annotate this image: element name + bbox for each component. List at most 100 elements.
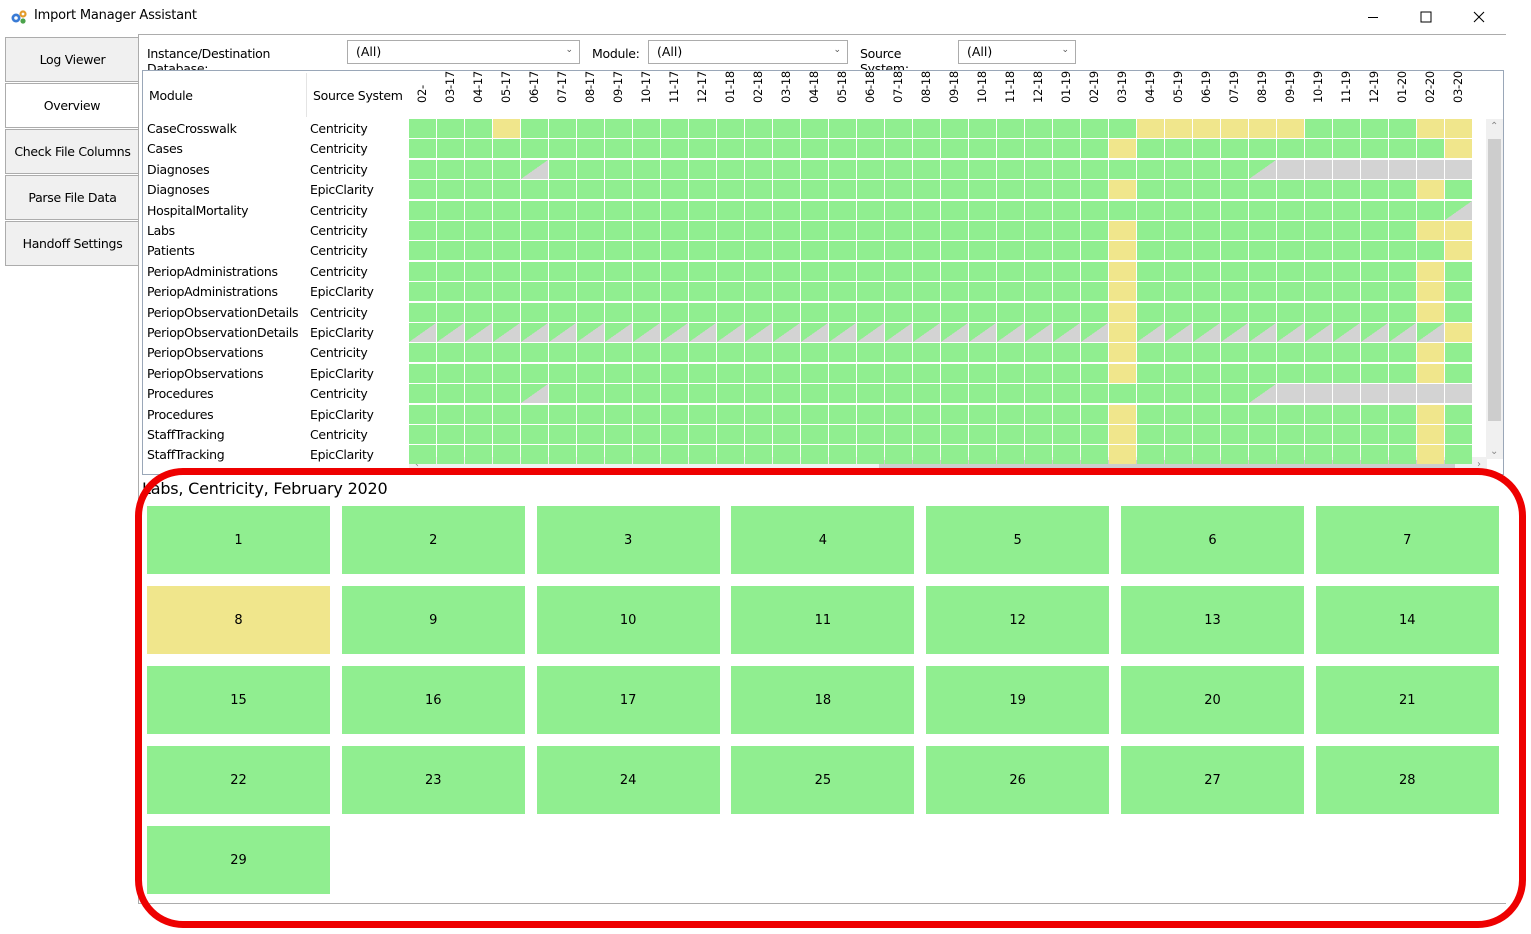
calendar-day-tile[interactable]: 26 bbox=[926, 746, 1110, 814]
status-cell[interactable] bbox=[1221, 302, 1248, 322]
status-cell[interactable] bbox=[997, 241, 1024, 261]
status-cell[interactable] bbox=[1389, 221, 1416, 240]
status-cell[interactable] bbox=[857, 119, 884, 138]
status-cell[interactable] bbox=[829, 302, 856, 322]
status-cell[interactable] bbox=[1249, 139, 1276, 159]
status-cell[interactable] bbox=[1025, 221, 1052, 240]
status-cell[interactable] bbox=[689, 384, 716, 404]
status-cell[interactable] bbox=[549, 119, 576, 138]
calendar-day-tile[interactable]: 2 bbox=[341, 506, 525, 574]
status-cell[interactable] bbox=[577, 261, 604, 281]
status-cell[interactable] bbox=[857, 384, 884, 404]
calendar-day-tile[interactable]: 13 bbox=[1121, 586, 1304, 654]
status-cell[interactable] bbox=[801, 363, 828, 383]
calendar-day-tile[interactable]: 21 bbox=[1315, 666, 1499, 734]
status-cell[interactable] bbox=[1417, 180, 1444, 200]
status-cell[interactable] bbox=[633, 119, 660, 138]
status-cell[interactable] bbox=[1445, 384, 1472, 404]
calendar-day-tile[interactable]: 20 bbox=[1121, 666, 1304, 734]
status-cell[interactable] bbox=[1249, 119, 1276, 138]
status-cell[interactable] bbox=[1417, 425, 1444, 444]
status-cell[interactable] bbox=[801, 180, 828, 200]
month-column-header[interactable]: 07-19 bbox=[1227, 71, 1243, 117]
status-cell[interactable] bbox=[913, 261, 940, 281]
status-cell[interactable] bbox=[1277, 302, 1304, 322]
status-cell[interactable] bbox=[605, 363, 632, 383]
status-cell[interactable] bbox=[661, 404, 688, 424]
status-cell[interactable] bbox=[1333, 343, 1360, 363]
status-cell[interactable] bbox=[1165, 363, 1192, 383]
calendar-day-tile[interactable]: 9 bbox=[341, 586, 525, 654]
status-cell[interactable] bbox=[1221, 425, 1248, 444]
status-cell[interactable] bbox=[1109, 363, 1136, 383]
status-cell[interactable] bbox=[913, 180, 940, 200]
status-cell[interactable] bbox=[689, 445, 716, 465]
status-cell[interactable] bbox=[1389, 404, 1416, 424]
status-cell[interactable] bbox=[1333, 445, 1360, 465]
status-cell[interactable] bbox=[465, 363, 492, 383]
status-cell[interactable] bbox=[1221, 343, 1248, 363]
status-cell[interactable] bbox=[745, 200, 772, 220]
status-cell[interactable] bbox=[717, 221, 744, 240]
status-cell[interactable] bbox=[1053, 241, 1080, 261]
status-cell[interactable] bbox=[913, 384, 940, 404]
status-cell[interactable] bbox=[437, 384, 464, 404]
status-cell[interactable] bbox=[773, 180, 800, 200]
status-cell[interactable] bbox=[409, 323, 436, 342]
status-cell[interactable] bbox=[465, 343, 492, 363]
month-column-header[interactable]: 01-18 bbox=[723, 71, 739, 117]
status-cell[interactable] bbox=[745, 221, 772, 240]
status-cell[interactable] bbox=[1249, 282, 1276, 302]
status-cell[interactable] bbox=[857, 221, 884, 240]
status-cell[interactable] bbox=[1025, 119, 1052, 138]
status-cell[interactable] bbox=[885, 425, 912, 444]
status-cell[interactable] bbox=[1333, 221, 1360, 240]
status-cell[interactable] bbox=[1165, 221, 1192, 240]
status-cell[interactable] bbox=[1081, 445, 1108, 465]
status-cell[interactable] bbox=[773, 302, 800, 322]
status-cell[interactable] bbox=[521, 363, 548, 383]
status-cell[interactable] bbox=[1109, 384, 1136, 404]
status-cell[interactable] bbox=[829, 221, 856, 240]
status-cell[interactable] bbox=[1389, 241, 1416, 261]
status-cell[interactable] bbox=[1445, 302, 1472, 322]
status-cell[interactable] bbox=[801, 302, 828, 322]
status-cell[interactable] bbox=[717, 139, 744, 159]
status-cell[interactable] bbox=[941, 119, 968, 138]
status-cell[interactable] bbox=[1361, 139, 1388, 159]
status-cell[interactable] bbox=[689, 119, 716, 138]
status-cell[interactable] bbox=[801, 119, 828, 138]
status-cell[interactable] bbox=[409, 363, 436, 383]
status-cell[interactable] bbox=[549, 200, 576, 220]
status-cell[interactable] bbox=[913, 343, 940, 363]
status-cell[interactable] bbox=[1305, 139, 1332, 159]
status-cell[interactable] bbox=[717, 404, 744, 424]
month-column-header[interactable]: 07-17 bbox=[555, 71, 571, 117]
status-cell[interactable] bbox=[913, 159, 940, 179]
status-cell[interactable] bbox=[521, 343, 548, 363]
calendar-day-tile[interactable]: 24 bbox=[536, 746, 720, 814]
status-cell[interactable] bbox=[885, 343, 912, 363]
status-cell[interactable] bbox=[1445, 139, 1472, 159]
status-cell[interactable] bbox=[997, 384, 1024, 404]
status-cell[interactable] bbox=[969, 445, 996, 465]
calendar-day-tile[interactable]: 28 bbox=[1315, 746, 1499, 814]
status-cell[interactable] bbox=[969, 323, 996, 342]
status-cell[interactable] bbox=[885, 159, 912, 179]
month-column-header[interactable]: 12-19 bbox=[1367, 71, 1383, 117]
status-cell[interactable] bbox=[857, 302, 884, 322]
status-cell[interactable] bbox=[885, 119, 912, 138]
status-cell[interactable] bbox=[605, 159, 632, 179]
status-cell[interactable] bbox=[801, 282, 828, 302]
status-cell[interactable] bbox=[633, 363, 660, 383]
status-cell[interactable] bbox=[1109, 282, 1136, 302]
status-cell[interactable] bbox=[1081, 180, 1108, 200]
status-cell[interactable] bbox=[773, 139, 800, 159]
status-cell[interactable] bbox=[1249, 343, 1276, 363]
status-cell[interactable] bbox=[1025, 200, 1052, 220]
status-cell[interactable] bbox=[801, 404, 828, 424]
status-cell[interactable] bbox=[1417, 343, 1444, 363]
calendar-day-tile[interactable]: 4 bbox=[731, 506, 915, 574]
status-cell[interactable] bbox=[689, 363, 716, 383]
status-cell[interactable] bbox=[801, 343, 828, 363]
